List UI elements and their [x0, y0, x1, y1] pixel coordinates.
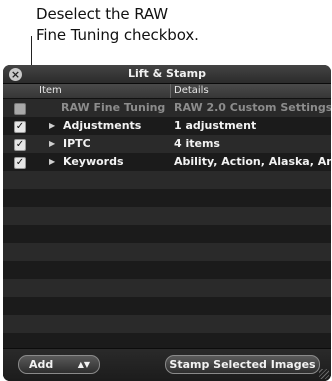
- empty-row: [3, 171, 331, 189]
- disclosure-triangle-icon[interactable]: ▶: [49, 153, 55, 171]
- resize-grip-icon[interactable]: [319, 369, 329, 379]
- row-item-label: IPTC: [63, 137, 91, 150]
- window-title: Lift & Stamp: [127, 67, 206, 80]
- stamp-selected-images-button[interactable]: Stamp Selected Images: [165, 355, 320, 374]
- table-header: Item Details: [3, 84, 331, 99]
- adjustments-checkbox[interactable]: ✓: [14, 121, 26, 133]
- row-item-label: RAW Fine Tuning: [61, 101, 166, 114]
- empty-row: [3, 243, 331, 261]
- add-popup-button[interactable]: Add ▲▼: [18, 355, 100, 374]
- empty-row: [3, 261, 331, 279]
- row-details: Ability, Action, Alaska, Am: [174, 155, 331, 168]
- item-list: RAW Fine Tuning RAW 2.0 Custom Settings …: [3, 99, 331, 381]
- disclosure-triangle-icon[interactable]: ▶: [49, 117, 55, 135]
- empty-row: [3, 315, 331, 333]
- row-item-label: Keywords: [63, 155, 124, 168]
- footer-bar: Add ▲▼ Stamp Selected Images: [3, 348, 331, 381]
- table-row[interactable]: RAW Fine Tuning RAW 2.0 Custom Settings: [3, 99, 331, 117]
- empty-row: [3, 207, 331, 225]
- row-details: RAW 2.0 Custom Settings: [174, 101, 331, 114]
- disclosure-triangle-icon[interactable]: ▶: [49, 135, 55, 153]
- keywords-checkbox[interactable]: ✓: [14, 157, 26, 169]
- column-header-item[interactable]: Item: [39, 84, 62, 98]
- updown-arrows-icon: ▲▼: [77, 360, 90, 369]
- title-bar: × Lift & Stamp: [3, 65, 331, 84]
- column-divider: [170, 84, 171, 98]
- row-item-label: Adjustments: [63, 119, 142, 132]
- table-row[interactable]: ✓ ▶ Adjustments 1 adjustment: [3, 117, 331, 135]
- callout-text: Deselect the RAW Fine Tuning checkbox.: [36, 5, 199, 44]
- empty-row: [3, 225, 331, 243]
- raw-fine-tuning-checkbox[interactable]: [14, 103, 26, 115]
- lift-stamp-hud: × Lift & Stamp Item Details RAW Fine Tun…: [3, 65, 331, 381]
- iptc-checkbox[interactable]: ✓: [14, 139, 26, 151]
- column-header-details[interactable]: Details: [174, 84, 209, 98]
- table-row[interactable]: ✓ ▶ Keywords Ability, Action, Alaska, Am: [3, 153, 331, 171]
- empty-row: [3, 297, 331, 315]
- empty-row: [3, 279, 331, 297]
- add-label: Add: [29, 358, 54, 371]
- table-row[interactable]: ✓ ▶ IPTC 4 items: [3, 135, 331, 153]
- empty-row: [3, 189, 331, 207]
- row-details: 4 items: [174, 137, 220, 150]
- row-details: 1 adjustment: [174, 119, 257, 132]
